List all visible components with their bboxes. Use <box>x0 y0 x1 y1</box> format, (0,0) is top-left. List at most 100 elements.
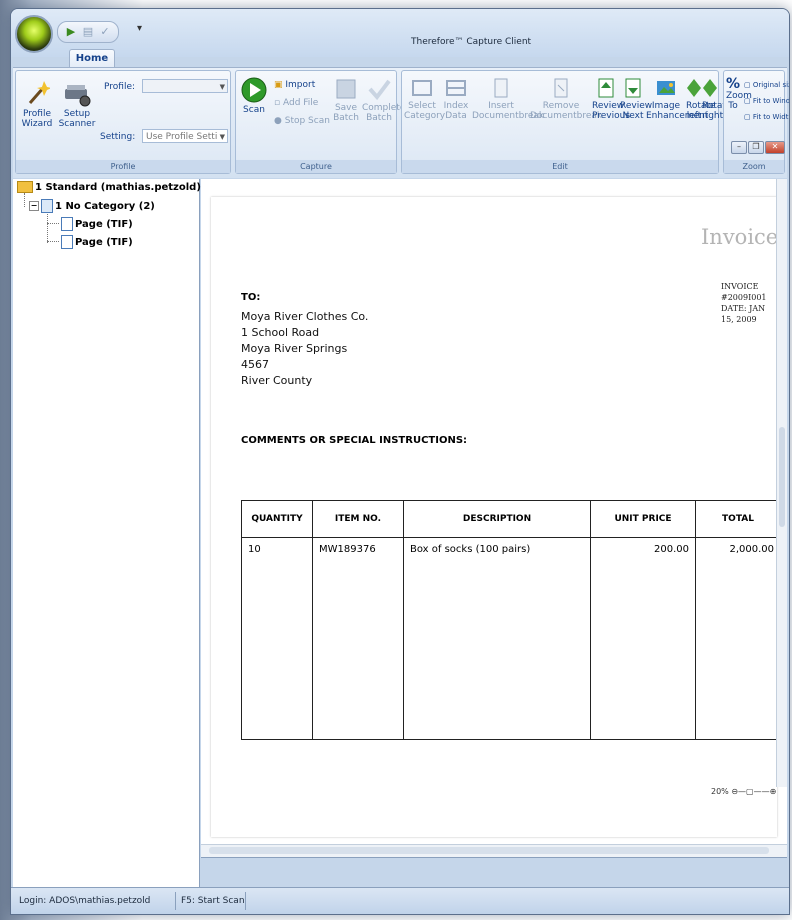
rotate-left-button[interactable]: Rotate left <box>686 77 715 121</box>
zoom-slider[interactable]: 20% ⊖—▢——⊕ <box>711 787 776 796</box>
import-button[interactable]: ▣ Import <box>274 79 315 91</box>
status-bar: Login: ADOS\mathias.petzold F5: Start Sc… <box>11 887 789 914</box>
document-viewer[interactable]: Invoice INVOICE #2009I001 DATE: JAN 15, … <box>201 179 787 858</box>
profile-wizard-button[interactable]: Profile Wizard <box>20 79 54 129</box>
review-previous-icon <box>598 78 614 98</box>
invoice-meta: INVOICE #2009I001 DATE: JAN 15, 2009 <box>721 281 777 325</box>
invoice-table: QUANTITY ITEM NO. DESCRIPTION UNIT PRICE… <box>241 500 777 740</box>
tree-node-page[interactable]: Page (TIF) <box>61 235 133 249</box>
dropdown-arrow-icon: ▼ <box>219 83 225 91</box>
stop-scan-button[interactable]: ● Stop Scan <box>274 115 330 127</box>
tree-node-batch[interactable]: 1 Standard (mathias.petzold) <box>17 181 201 193</box>
profile-combo[interactable]: ▼ <box>142 79 228 93</box>
title-bar: ▶ ▤ ✓ ▾ Therefore™ Capture Client <box>11 9 789 57</box>
tree-node-category[interactable]: − 1 No Category (2) <box>29 199 155 213</box>
window-title: Therefore™ Capture Client <box>411 37 532 47</box>
setup-scanner-label: Setup Scanner <box>58 109 96 129</box>
play-icon[interactable]: ▶ <box>64 25 78 39</box>
scan-button[interactable]: Scan <box>240 77 268 115</box>
original-size-icon: ▢ <box>744 81 751 89</box>
import-icon: ▣ <box>274 80 283 90</box>
total-cell: 2,000.00 <box>729 544 774 555</box>
collapse-icon[interactable]: − <box>29 201 39 211</box>
unit-price-cell: 200.00 <box>590 537 696 740</box>
check-icon[interactable]: ✓ <box>98 25 112 39</box>
tree-connector <box>24 193 25 207</box>
document-icon <box>41 199 53 213</box>
scroll-thumb[interactable] <box>779 427 785 527</box>
capture-group: Scan ▣ Import ▫ Add File ● Stop Scan Sav… <box>235 70 405 174</box>
review-next-button[interactable]: Review Next <box>620 77 652 121</box>
comments-label: COMMENTS OR SPECIAL INSTRUCTIONS: <box>241 435 468 446</box>
rotate-right-icon <box>703 79 717 97</box>
add-file-button[interactable]: ▫ Add File <box>274 97 318 109</box>
rotate-left-icon <box>687 79 701 97</box>
select-category-icon <box>412 80 432 96</box>
magic-wand-icon <box>28 81 50 104</box>
scan-label: Scan <box>243 105 265 115</box>
ribbon: Profile Wizard Setup Scanner Profile: ▼ … <box>13 67 789 178</box>
insert-documentbreak-button[interactable]: Insert Documentbreak <box>472 77 544 121</box>
save-batch-icon <box>336 79 356 99</box>
address-line: River County <box>241 374 313 387</box>
remove-documentbreak-button[interactable]: Remove Documentbreak <box>530 77 602 121</box>
status-separator <box>245 892 246 910</box>
review-previous-button[interactable]: Review Previous <box>592 77 630 121</box>
zoom-to-button[interactable]: % Zoom To <box>726 76 752 111</box>
column-header: TOTAL <box>695 500 777 538</box>
save-icon[interactable]: ▤ <box>81 25 95 39</box>
address-line: 1 School Road <box>241 326 320 339</box>
fit-to-width-button[interactable]: ▢ Fit to Width <box>744 111 789 123</box>
rotate-right-button[interactable]: Rotate right <box>702 77 731 121</box>
original-size-button[interactable]: ▢ Original size <box>744 79 789 91</box>
review-next-icon <box>625 78 641 98</box>
horizontal-scrollbar[interactable] <box>201 844 787 857</box>
folder-icon <box>17 181 33 193</box>
complete-batch-button[interactable]: Complete Batch <box>362 77 405 123</box>
tree-connector <box>47 223 59 224</box>
close-icon[interactable]: ✕ <box>765 141 785 154</box>
customize-toolbar-arrow-icon[interactable]: ▾ <box>137 23 142 34</box>
table-row: 10 MW189376 Box of socks (100 pairs) 200… <box>241 537 778 740</box>
address-line: Moya River Clothes Co. <box>241 310 369 323</box>
address-line: 4567 <box>241 358 269 371</box>
quantity-cell: 10 <box>241 537 313 740</box>
image-enhancement-button[interactable]: Image Enhancement <box>646 77 708 121</box>
column-header: DESCRIPTION <box>403 500 591 538</box>
profile-wizard-label: Profile Wizard <box>21 109 53 129</box>
invoice-page: Invoice INVOICE #2009I001 DATE: JAN 15, … <box>211 197 777 837</box>
scroll-thumb[interactable] <box>209 847 769 854</box>
select-category-button[interactable]: Select Category <box>404 77 445 121</box>
save-batch-button[interactable]: Save Batch <box>332 77 360 123</box>
address-line: Moya River Springs <box>241 342 348 355</box>
index-data-button[interactable]: Index Data <box>442 77 470 121</box>
shortcut-hint: F5: Start Scan <box>181 896 245 906</box>
add-file-icon: ▫ <box>274 98 281 108</box>
edit-group-label: Edit <box>402 160 718 173</box>
restore-icon[interactable]: ❐ <box>748 141 764 154</box>
fit-width-icon: ▢ <box>744 113 751 121</box>
page-icon <box>61 235 73 249</box>
scan-play-icon <box>241 77 267 103</box>
setup-scanner-button[interactable]: Setup Scanner <box>58 79 96 129</box>
vertical-scrollbar[interactable] <box>776 179 787 787</box>
fit-to-window-button[interactable]: ▢ Fit to Window <box>744 95 789 107</box>
column-header: QUANTITY <box>241 500 313 538</box>
zoom-percent-icon: % <box>726 76 741 92</box>
tab-home[interactable]: Home <box>69 49 115 68</box>
complete-batch-icon <box>368 79 391 101</box>
scanner-icon <box>65 85 91 107</box>
quick-access-toolbar: ▶ ▤ ✓ <box>57 21 119 43</box>
remove-break-icon <box>554 78 568 98</box>
tree-node-page[interactable]: Page (TIF) <box>61 217 133 231</box>
application-orb-button[interactable] <box>15 15 53 53</box>
window-controls: – ❐ ✕ <box>731 141 785 154</box>
minimize-icon[interactable]: – <box>731 141 747 154</box>
column-header: ITEM NO. <box>312 500 404 538</box>
zoom-group-label: Zoom <box>724 160 784 173</box>
invoice-number: INVOICE #2009I001 <box>721 282 767 302</box>
index-data-icon <box>446 80 466 96</box>
setting-combo[interactable]: Use Profile Setti ▼ <box>142 129 228 143</box>
profile-group-label: Profile <box>16 160 230 173</box>
batch-tree: 1 Standard (mathias.petzold) − 1 No Cate… <box>13 179 201 887</box>
